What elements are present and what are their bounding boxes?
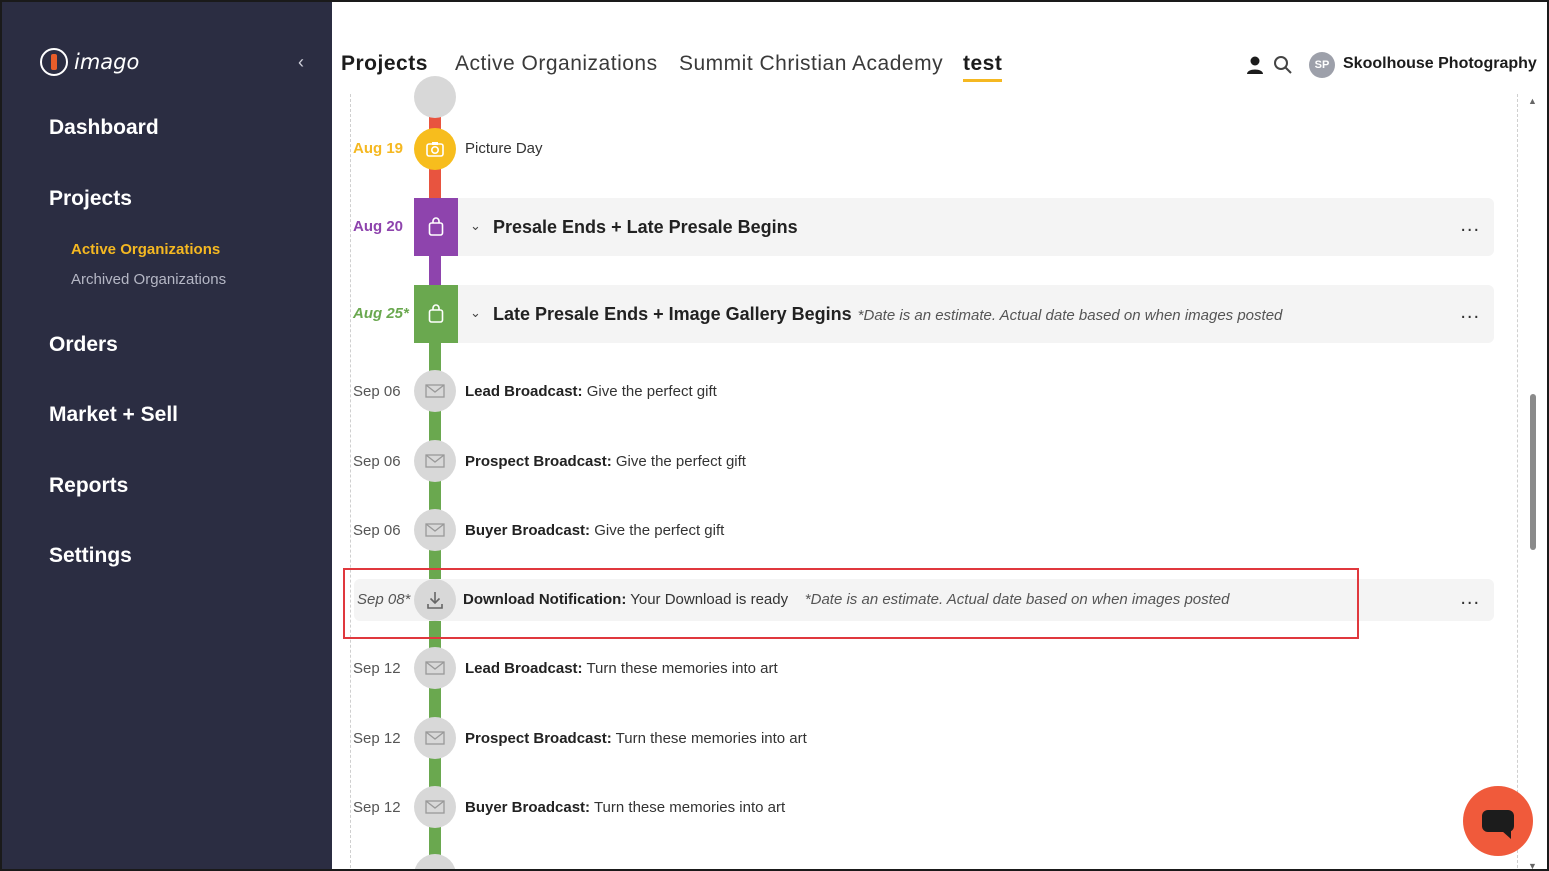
timeline-guide-right <box>1517 94 1518 869</box>
row-date: Sep 12 <box>353 730 401 747</box>
sidebar-item-dashboard[interactable]: Dashboard <box>49 116 159 140</box>
chevron-down-icon[interactable]: ⌄ <box>470 218 481 234</box>
sidebar-subitem-active-organizations[interactable]: Active Organizations <box>71 241 220 258</box>
chat-icon <box>1482 810 1514 839</box>
chat-button[interactable] <box>1463 786 1533 856</box>
more-menu-button[interactable]: ... <box>1460 587 1480 610</box>
row-date: Aug 25* <box>353 305 409 322</box>
breadcrumb-projects[interactable]: Projects <box>341 52 428 76</box>
more-menu-button[interactable]: ... <box>1460 214 1480 237</box>
sidebar-subitem-archived-organizations[interactable]: Archived Organizations <box>71 271 226 288</box>
timeline-node-partial <box>414 854 456 869</box>
event-card-presale[interactable]: ⌄ Presale Ends + Late Presale Begins ... <box>458 198 1494 256</box>
row-text: Buyer Broadcast: Turn these memories int… <box>465 799 786 816</box>
envelope-icon <box>414 786 456 828</box>
row-date: Aug 20 <box>353 218 404 235</box>
sidebar-item-projects[interactable]: Projects <box>49 187 132 211</box>
event-title: Presale Ends + Late Presale Begins <box>493 217 798 237</box>
sidebar: imago ‹ Dashboard Projects Active Organi… <box>2 2 332 869</box>
estimate-note: *Date is an estimate. Actual date based … <box>857 307 1283 324</box>
sidebar-item-settings[interactable]: Settings <box>49 544 132 568</box>
search-icon[interactable] <box>1272 54 1294 76</box>
scroll-down-icon[interactable]: ▼ <box>1528 861 1537 869</box>
sidebar-item-market-sell[interactable]: Market + Sell <box>49 403 178 427</box>
event-title: Late Presale Ends + Image Gallery Begins… <box>493 304 1283 324</box>
row-date: Sep 12 <box>353 660 401 677</box>
highlight-box <box>343 568 1359 639</box>
sidebar-item-reports[interactable]: Reports <box>49 474 128 498</box>
row-text: Lead Broadcast: Turn these memories into… <box>465 660 778 677</box>
timeline-segment-purple <box>429 252 441 286</box>
shopping-bag-icon <box>414 198 458 256</box>
breadcrumb-active-organizations[interactable]: Active Organizations <box>455 52 658 76</box>
sidebar-item-orders[interactable]: Orders <box>49 333 118 357</box>
logo-icon <box>40 48 68 76</box>
row-text: Lead Broadcast: Give the perfect gift <box>465 383 717 400</box>
envelope-icon <box>414 509 456 551</box>
row-date: Sep 06 <box>353 522 401 539</box>
collapse-sidebar-icon[interactable]: ‹ <box>298 52 304 73</box>
timeline-node-partial <box>414 76 456 118</box>
user-icon[interactable] <box>1244 54 1266 76</box>
logo[interactable]: imago <box>40 48 139 76</box>
row-text: Prospect Broadcast: Give the perfect gif… <box>465 453 746 470</box>
more-menu-button[interactable]: ... <box>1460 301 1480 324</box>
chevron-down-icon[interactable]: ⌄ <box>470 305 481 321</box>
scroll-up-icon[interactable]: ▲ <box>1528 96 1537 106</box>
envelope-icon <box>414 370 456 412</box>
app-window: imago ‹ Dashboard Projects Active Organi… <box>0 0 1549 871</box>
camera-icon <box>414 128 456 170</box>
row-date: Sep 06 <box>353 453 401 470</box>
row-date: Sep 06 <box>353 383 401 400</box>
row-text: Picture Day <box>465 140 543 157</box>
timeline-guide-left <box>350 94 351 869</box>
envelope-icon <box>414 717 456 759</box>
breadcrumb-project[interactable]: test <box>963 52 1003 82</box>
shopping-bag-icon <box>414 285 458 343</box>
breadcrumb-organization[interactable]: Summit Christian Academy <box>679 52 943 76</box>
account-name[interactable]: Skoolhouse Photography <box>1343 55 1537 73</box>
row-date: Sep 12 <box>353 799 401 816</box>
scrollbar[interactable]: ▲ ▼ <box>1524 94 1540 869</box>
scroll-thumb[interactable] <box>1530 394 1536 550</box>
row-text: Buyer Broadcast: Give the perfect gift <box>465 522 725 539</box>
logo-text: imago <box>74 50 140 74</box>
row-text: Prospect Broadcast: Turn these memories … <box>465 730 807 747</box>
avatar[interactable]: SP <box>1309 52 1335 78</box>
header: Projects Active Organizations Summit Chr… <box>332 2 1547 94</box>
event-card-late-presale[interactable]: ⌄ Late Presale Ends + Image Gallery Begi… <box>458 285 1494 343</box>
row-date: Aug 19 <box>353 140 404 157</box>
envelope-icon <box>414 440 456 482</box>
envelope-icon <box>414 647 456 689</box>
